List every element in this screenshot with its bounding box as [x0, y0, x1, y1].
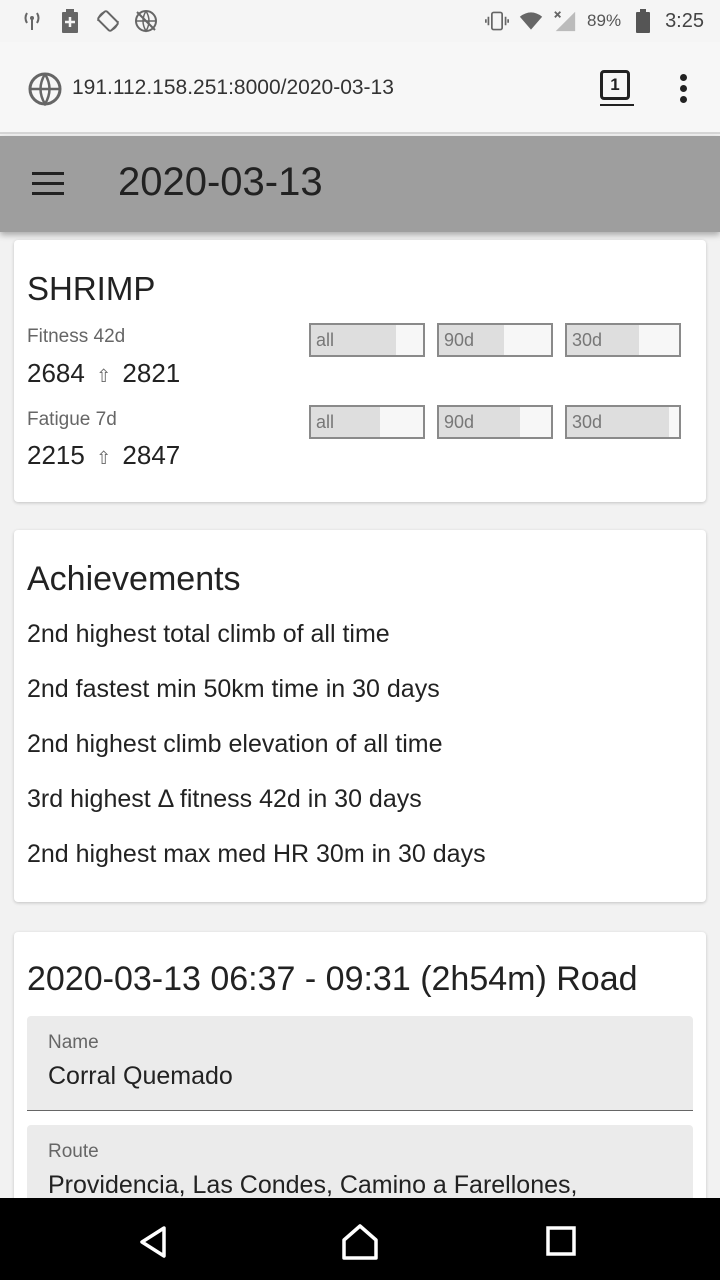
- recents-icon[interactable]: [542, 1222, 582, 1262]
- fatigue-bar-30d: 30d: [565, 405, 681, 439]
- activity-title: 2020-03-13 06:37 - 09:31 (2h54m) Road: [27, 960, 638, 998]
- fitness-bar-all: all: [309, 323, 425, 357]
- fitness-values: 2684 ⇧ 2821: [27, 358, 180, 389]
- more-options-icon[interactable]: [680, 74, 688, 104]
- athlete-card: SHRIMP Fitness 42d 2684 ⇧ 2821 Fatigue 7…: [14, 240, 706, 502]
- bar-label: all: [316, 412, 335, 432]
- fitness-bar-30d: 30d: [565, 323, 681, 357]
- achievement-item: 2nd fastest min 50km time in 30 days: [27, 675, 440, 703]
- browser-url-bar: 191.112.158.251:8000/2020-03-13 1: [0, 42, 720, 134]
- battery-percent: 89%: [587, 11, 622, 30]
- route-field-value[interactable]: Providencia, Las Condes, Camino a Farell…: [48, 1171, 577, 1200]
- clock: 3:25: [665, 9, 704, 32]
- site-info-icon[interactable]: [28, 72, 62, 111]
- activity-card: 2020-03-13 06:37 - 09:31 (2h54m) Road Na…: [14, 932, 706, 1235]
- achievements-title: Achievements: [27, 560, 241, 598]
- achievement-item: 3rd highest Δ fitness 42d in 30 days: [27, 785, 422, 813]
- signal-tower-icon: [20, 9, 44, 33]
- rotation-icon: [96, 9, 120, 33]
- tab-switcher-button[interactable]: 1: [600, 70, 630, 100]
- fatigue-label: Fatigue 7d: [27, 409, 117, 430]
- fitness-bar-90d: 90d: [437, 323, 553, 357]
- battery-icon: [631, 9, 655, 33]
- bar-label: 30d: [572, 412, 603, 432]
- fatigue-bar-all: all: [309, 405, 425, 439]
- system-nav-bar: [0, 1198, 720, 1280]
- bar-label: 90d: [444, 330, 475, 350]
- name-field-value[interactable]: Corral Quemado: [48, 1062, 233, 1091]
- achievement-item: 2nd highest total climb of all time: [27, 620, 390, 648]
- achievements-card: Achievements 2nd highest total climb of …: [14, 530, 706, 902]
- back-icon[interactable]: [134, 1222, 174, 1262]
- fatigue-bar-90d: 90d: [437, 405, 553, 439]
- up-arrow-icon: ⇧: [96, 448, 112, 468]
- fitness-to: 2821: [122, 358, 181, 388]
- up-arrow-icon: ⇧: [96, 366, 112, 386]
- battery-saver-icon: [58, 9, 82, 33]
- page-title: 2020-03-13: [118, 160, 323, 204]
- name-field[interactable]: Name Corral Quemado: [27, 1016, 693, 1111]
- achievement-item: 2nd highest climb elevation of all time: [27, 730, 443, 758]
- status-bar: 89% 3:25: [0, 0, 720, 42]
- menu-icon[interactable]: [32, 172, 64, 196]
- globe-crossed-icon: [134, 9, 158, 33]
- achievement-item: 2nd highest max med HR 30m in 30 days: [27, 840, 486, 868]
- athlete-name: SHRIMP: [27, 270, 156, 307]
- home-icon[interactable]: [340, 1222, 380, 1262]
- name-field-label: Name: [48, 1032, 99, 1053]
- fitness-from: 2684: [27, 358, 85, 388]
- fatigue-from: 2215: [27, 440, 85, 470]
- app-bar: 2020-03-13: [0, 136, 720, 232]
- url-text[interactable]: 191.112.158.251:8000/2020-03-13: [72, 76, 394, 100]
- vibrate-icon: [485, 9, 510, 33]
- cell-signal-icon: [553, 9, 577, 33]
- fatigue-values: 2215 ⇧ 2847: [27, 440, 180, 471]
- bar-label: 90d: [444, 412, 475, 432]
- fatigue-to: 2847: [122, 440, 181, 470]
- wifi-icon: [519, 9, 543, 33]
- bar-label: all: [316, 330, 335, 350]
- fitness-label: Fitness 42d: [27, 326, 126, 347]
- bar-label: 30d: [572, 330, 603, 350]
- route-field-label: Route: [48, 1141, 99, 1162]
- tab-switcher-underline: [600, 104, 634, 106]
